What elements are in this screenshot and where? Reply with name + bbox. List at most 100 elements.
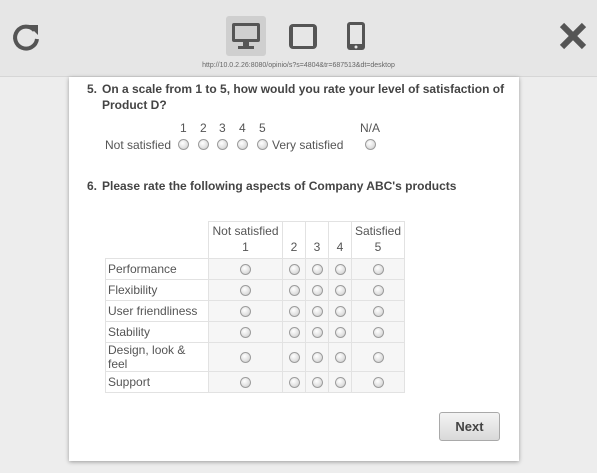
survey-page: 5. On a scale from 1 to 5, how would you…	[69, 77, 519, 461]
monitor-icon	[232, 23, 260, 49]
tablet-icon	[289, 24, 317, 49]
row-label: Design, look & feel	[105, 342, 209, 372]
matrix-radio[interactable]	[288, 264, 300, 276]
matrix-radio[interactable]	[311, 306, 323, 318]
question-text: Please rate the following aspects of Com…	[102, 179, 457, 193]
column-header-top: Not satisfied	[212, 224, 279, 238]
matrix-radio[interactable]	[240, 264, 251, 276]
column-header-4: 4	[328, 221, 352, 259]
matrix-cell	[208, 300, 283, 322]
row-label: Performance	[105, 258, 209, 280]
scale-label-4: 4	[239, 121, 246, 135]
matrix-radio[interactable]	[311, 264, 323, 276]
na-label: N/A	[360, 121, 381, 135]
column-header-3: 3	[305, 221, 329, 259]
matrix-radio[interactable]	[288, 306, 300, 318]
matrix-radio[interactable]	[288, 352, 300, 364]
matrix-radio[interactable]	[372, 264, 384, 276]
column-header-bottom: 2	[290, 240, 298, 254]
q5-radio-3[interactable]	[217, 139, 228, 150]
matrix-cell	[282, 258, 306, 280]
preview-url: http://10.0.2.26:8080/opinio/s?s=4804&tr…	[202, 62, 395, 69]
matrix-radio[interactable]	[334, 352, 346, 364]
question-6: 6. Please rate the following aspects of …	[87, 178, 507, 194]
q5-radio-2[interactable]	[198, 139, 209, 150]
matrix-cell	[208, 279, 283, 301]
matrix-radio[interactable]	[288, 327, 300, 339]
question-text-continued: Product D?	[102, 98, 167, 112]
matrix-radio[interactable]	[334, 327, 346, 339]
matrix-radio[interactable]	[372, 285, 384, 297]
matrix-radio[interactable]	[334, 306, 346, 318]
matrix-cell	[328, 371, 352, 393]
matrix-radio[interactable]	[288, 377, 300, 389]
matrix-radio[interactable]	[372, 352, 384, 364]
matrix-cell	[328, 300, 352, 322]
column-header-bottom: 4	[336, 240, 344, 254]
very-satisfied-label: Very satisfied	[272, 138, 344, 152]
q5-radio-5[interactable]	[257, 139, 268, 150]
matrix-radio[interactable]	[288, 285, 300, 297]
q5-radio-na[interactable]	[365, 139, 376, 150]
matrix-cell	[351, 300, 405, 322]
matrix-cell	[305, 300, 329, 322]
desktop-view-button[interactable]	[226, 16, 266, 56]
column-header-5: Satisfied 5	[351, 221, 405, 259]
column-header-1: Not satisfied 1	[208, 221, 283, 259]
matrix-radio[interactable]	[240, 377, 251, 389]
question-number: 6.	[87, 179, 98, 193]
matrix-radio[interactable]	[240, 306, 251, 318]
matrix-header-row: Not satisfied 1 2 3 4 Satisfied 5	[105, 221, 405, 259]
matrix-radio[interactable]	[334, 285, 346, 297]
matrix-cell	[351, 279, 405, 301]
row-label: Flexibility	[105, 279, 209, 301]
matrix-cell	[328, 279, 352, 301]
matrix-radio[interactable]	[334, 377, 346, 389]
matrix-cell	[305, 342, 329, 372]
matrix-radio[interactable]	[240, 352, 251, 364]
row-label: Support	[105, 371, 209, 393]
close-icon[interactable]	[558, 21, 588, 51]
rating-matrix: Not satisfied 1 2 3 4 Satisfied 5 Performa…	[105, 221, 405, 393]
matrix-cell	[208, 321, 283, 343]
matrix-cell	[305, 258, 329, 280]
tablet-view-button[interactable]	[283, 16, 323, 56]
reload-icon[interactable]	[10, 21, 42, 53]
matrix-radio[interactable]	[372, 306, 384, 318]
matrix-corner	[105, 221, 209, 259]
matrix-cell	[305, 321, 329, 343]
scale-label-2: 2	[200, 121, 207, 135]
next-button[interactable]: Next	[439, 412, 500, 441]
matrix-radio[interactable]	[240, 285, 251, 297]
table-row: Design, look & feel	[105, 342, 405, 372]
matrix-radio[interactable]	[334, 264, 346, 276]
matrix-cell	[351, 321, 405, 343]
phone-view-button[interactable]	[336, 16, 376, 56]
table-row: Flexibility	[105, 279, 405, 301]
matrix-cell	[351, 371, 405, 393]
matrix-cell	[328, 321, 352, 343]
table-row: Performance	[105, 258, 405, 280]
matrix-radio[interactable]	[372, 377, 384, 389]
matrix-radio[interactable]	[311, 285, 323, 297]
matrix-cell	[305, 279, 329, 301]
q5-radio-1[interactable]	[178, 139, 189, 150]
question-number: 5.	[87, 82, 98, 96]
matrix-cell	[328, 258, 352, 280]
scale-label-3: 3	[219, 121, 226, 135]
table-row: Support	[105, 371, 405, 393]
matrix-radio[interactable]	[311, 377, 323, 389]
matrix-cell	[328, 342, 352, 372]
matrix-radio[interactable]	[240, 327, 251, 339]
matrix-radio[interactable]	[372, 327, 384, 339]
preview-toolbar: http://10.0.2.26:8080/opinio/s?s=4804&tr…	[0, 0, 597, 77]
not-satisfied-label: Not satisfied	[105, 138, 172, 152]
column-header-bottom: 5	[374, 240, 382, 254]
column-header-top: Satisfied	[354, 224, 402, 238]
question-5: 5. On a scale from 1 to 5, how would you…	[87, 81, 507, 113]
matrix-radio[interactable]	[311, 352, 323, 364]
matrix-radio[interactable]	[311, 327, 323, 339]
table-row: Stability	[105, 321, 405, 343]
q5-radio-4[interactable]	[237, 139, 248, 150]
matrix-cell	[282, 279, 306, 301]
